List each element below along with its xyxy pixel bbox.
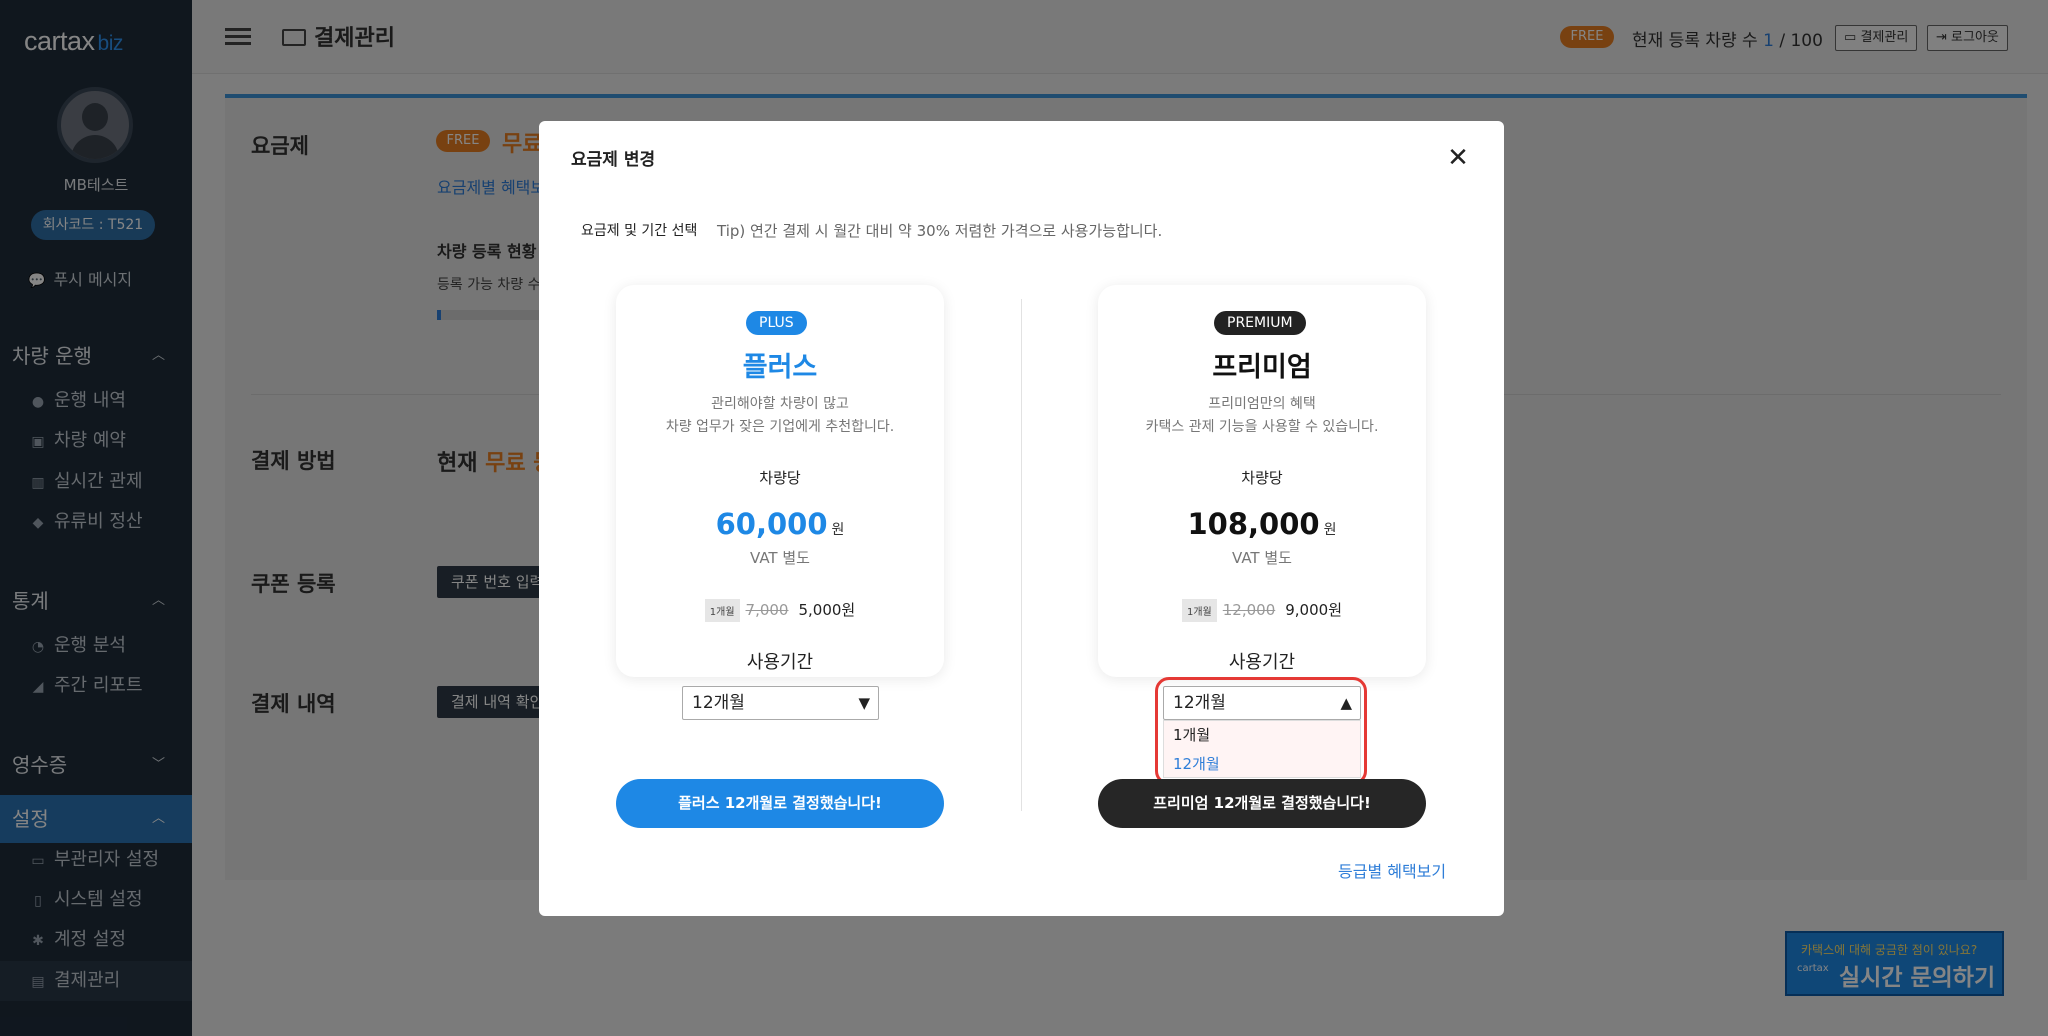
confirm-premium-button[interactable]: 프리미엄 12개월로 결정했습니다! [1098, 779, 1426, 828]
plan-badge-plus: PLUS [746, 311, 807, 335]
plan-name: 프리미엄 [1212, 352, 1312, 383]
plan-price: 108,000 원 [1187, 507, 1337, 541]
modal-title: 요금제 변경 [571, 150, 656, 170]
grade-benefit-link[interactable]: 등급별 혜택보기 [1338, 858, 1446, 882]
monthly-price: 1개월 12,000 9,000원 [1098, 599, 1426, 622]
close-icon[interactable]: ✕ [1443, 143, 1473, 173]
plan-description: 관리해야할 차량이 많고 차량 업무가 잦은 기업에게 추천합니다. [665, 396, 895, 435]
plan-period-label: 요금제 및 기간 선택 [581, 223, 698, 239]
per-car-label: 차량당 [1241, 469, 1283, 487]
plan-description: 프리미엄만의 혜택 카택스 관제 기능을 사용할 수 있습니다. [1145, 396, 1379, 435]
highlight-box [1155, 677, 1367, 785]
plan-card-plus: PLUS 플러스 관리해야할 차량이 많고 차량 업무가 잦은 기업에게 추천합니… [616, 285, 944, 677]
plan-name: 플러스 [742, 352, 818, 383]
period-label: 사용기간 [746, 652, 814, 673]
vat-note: VAT 별도 [750, 549, 810, 567]
plan-badge-premium: PREMIUM [1214, 311, 1306, 335]
caret-down-icon: ▼ [858, 694, 870, 712]
divider [1021, 299, 1022, 811]
tip-text: Tip) 연간 결제 시 월간 대비 약 30% 저렴한 가격으로 사용가능합니… [717, 222, 1163, 240]
plan-price: 60,000 원 [715, 507, 845, 541]
period-select-plus[interactable]: 12개월 ▼ [682, 686, 879, 720]
plan-card-premium: PREMIUM 프리미엄 프리미엄만의 혜택 카택스 관제 기능을 사용할 수 있… [1098, 285, 1426, 677]
per-car-label: 차량당 [759, 469, 801, 487]
plan-change-modal: 요금제 변경 ✕ 요금제 및 기간 선택 Tip) 연간 결제 시 월간 대비 … [539, 121, 1504, 916]
confirm-plus-button[interactable]: 플러스 12개월로 결정했습니다! [616, 779, 944, 828]
vat-note: VAT 별도 [1232, 549, 1292, 567]
monthly-price: 1개월 7,000 5,000원 [616, 599, 944, 622]
period-label: 사용기간 [1228, 652, 1296, 673]
